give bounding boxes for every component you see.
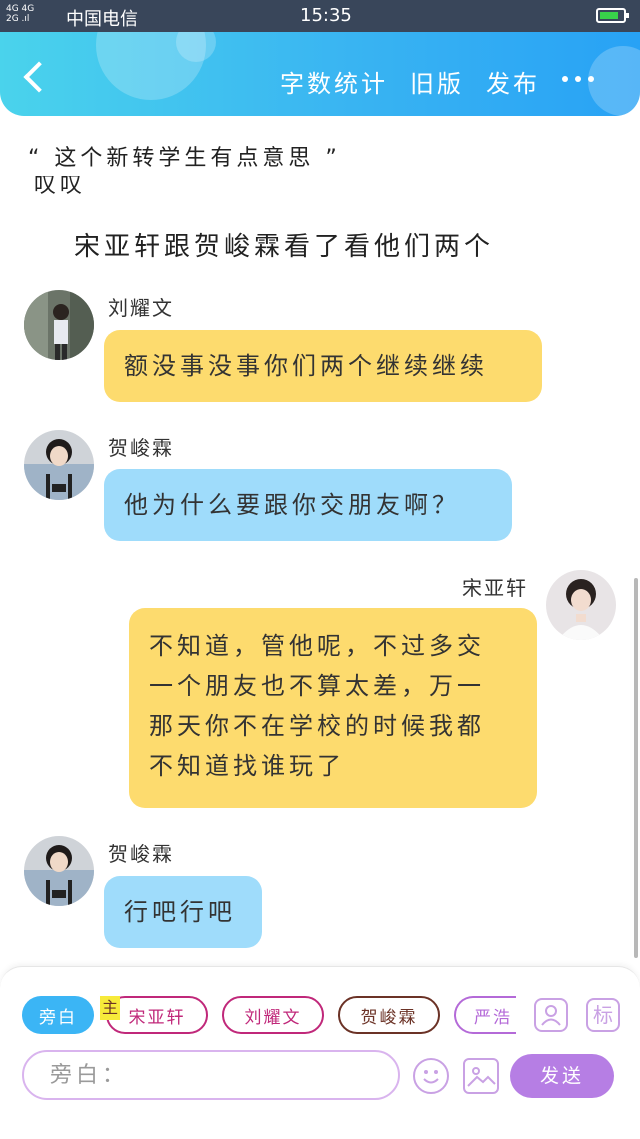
header-actions: 字数统计 旧版 发布 [280, 64, 540, 99]
avatar[interactable] [24, 836, 94, 906]
message-bubble[interactable]: 额没事没事你们两个继续继续 [104, 330, 542, 402]
message-input-box[interactable] [22, 1050, 400, 1100]
scrollbar[interactable] [634, 578, 638, 958]
narration-partial-text: 叹叹 [34, 176, 87, 198]
message-bubble[interactable]: 不知道，管他呢，不过多交 一个朋友也不算太差，万一 那天你不在学校的时候我都 不… [129, 608, 537, 808]
narration-partial: 叹叹 [34, 176, 86, 198]
message-bubble[interactable]: 他为什么要跟你交朋友啊？ [104, 469, 512, 541]
person-card-icon[interactable] [534, 998, 568, 1032]
battery-fill [600, 12, 619, 19]
network-indicator: 4G 4G 2G .ıl [6, 4, 35, 24]
speaker-name: 贺峻霖 [108, 842, 174, 866]
message-line: 一个朋友也不算太差，万一 [149, 672, 485, 700]
main-character-badge: 主 [100, 996, 120, 1020]
emoji-icon[interactable] [413, 1058, 449, 1094]
old-version-button[interactable]: 旧版 [410, 64, 464, 99]
message-text: 额没事没事你们两个继续继续 [124, 352, 488, 380]
image-icon[interactable] [463, 1058, 499, 1094]
message-text: 行吧行吧 [124, 898, 236, 926]
status-bar: 4G 4G 2G .ıl 中国电信 15:35 [0, 0, 640, 32]
carrier-name: 中国电信 [66, 9, 138, 30]
message-text: 他为什么要跟你交朋友啊？ [124, 491, 460, 519]
back-arrow-icon[interactable] [23, 61, 55, 93]
narration-quote: “ 这个新转学生有点意思 ” [28, 146, 341, 171]
more-dots-icon[interactable] [562, 76, 594, 82]
character-chip-he-junlin[interactable]: 贺峻霖 [338, 996, 440, 1034]
character-chip-yan-hao[interactable]: 严浩 [454, 996, 516, 1034]
tag-button[interactable]: 标 [586, 998, 620, 1032]
character-chip-song-yaxuan[interactable]: 宋亚轩 [106, 996, 208, 1034]
speaker-name: 刘耀文 [108, 296, 174, 320]
message-line: 不知道找谁玩了 [149, 752, 345, 780]
message-bubble[interactable]: 行吧行吧 [104, 876, 262, 948]
avatar[interactable] [546, 570, 616, 640]
avatar[interactable] [24, 290, 94, 360]
battery-icon [596, 8, 629, 23]
speaker-name: 贺峻霖 [108, 436, 174, 460]
avatar[interactable] [24, 430, 94, 500]
narration-line: 宋亚轩跟贺峻霖看了看他们两个 [74, 232, 495, 262]
message-input[interactable] [48, 1052, 372, 1098]
publish-button[interactable]: 发布 [486, 64, 540, 99]
editor-header: 字数统计 旧版 发布 [0, 32, 640, 116]
speaker-name: 宋亚轩 [462, 576, 528, 600]
word-count-button[interactable]: 字数统计 [280, 64, 388, 99]
message-line: 那天你不在学校的时候我都 [149, 712, 485, 740]
decor-bubble [588, 46, 640, 116]
message-line: 不知道，管他呢，不过多交 [149, 632, 485, 660]
character-chip-narrator[interactable]: 旁白 [22, 996, 94, 1034]
character-chip-liu-yaowen[interactable]: 刘耀文 [222, 996, 324, 1034]
send-button[interactable]: 发送 [510, 1054, 614, 1098]
clock: 15:35 [300, 5, 352, 26]
